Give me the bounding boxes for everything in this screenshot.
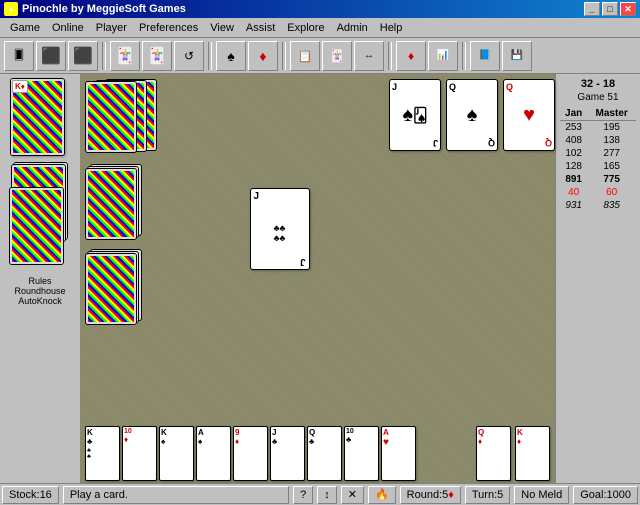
status-round: Round:5 ♦ — [400, 486, 461, 504]
toolbar-btn-3[interactable]: ⬛ — [68, 41, 98, 71]
toolbar-btn-1[interactable]: 🂠 — [4, 41, 34, 71]
close-button[interactable]: ✕ — [620, 2, 636, 16]
autoknock-label: AutoKnock — [1, 296, 79, 306]
toolbar-btn-2[interactable]: ⬛ — [36, 41, 66, 71]
table-area: J ♠ 🂫 J Q ♠ Q Q ♥ Q — [80, 74, 555, 483]
score-game: Game 51 — [560, 92, 636, 103]
hand-card-kc[interactable]: K ♣ ♣ ♣ — [85, 426, 120, 481]
score-row-4: 891775 — [560, 173, 636, 186]
status-goal: Goal:1000 — [573, 486, 638, 504]
hand-card-ah[interactable]: A ♥ — [381, 426, 416, 481]
toolbar-btn-4[interactable]: 🃏 — [110, 41, 140, 71]
right-hand-cards: Q ♦ K ♦ — [476, 426, 550, 481]
status-bar: Stock:16 Play a card. ? ↕ ✕ 🔥 Round:5 ♦ … — [0, 483, 640, 505]
menu-game[interactable]: Game — [4, 20, 46, 36]
app-title: Pinochle by MeggieSoft Games — [22, 3, 584, 15]
maximize-button[interactable]: □ — [602, 2, 618, 16]
score-row-2: 102277 — [560, 147, 636, 160]
toolbar-btn-13[interactable]: 📊 — [428, 41, 458, 71]
toolbar-btn-15[interactable]: 💾 — [502, 41, 532, 71]
hand-card-10d[interactable]: 10 ♦ — [122, 426, 157, 481]
toolbar-sep-3 — [282, 42, 286, 70]
hand-card-qd[interactable]: Q ♦ — [476, 426, 511, 481]
toolbar-btn-14[interactable]: 📘 — [470, 41, 500, 71]
left-labels: Rules Roundhouse AutoKnock — [1, 276, 79, 306]
toolbar-btn-10[interactable]: 🃏 — [322, 41, 352, 71]
menu-view[interactable]: View — [204, 20, 240, 36]
score-panel: 32 - 18 Game 51 Jan Master 2531954081381… — [555, 74, 640, 483]
menu-explore[interactable]: Explore — [281, 20, 330, 36]
toolbar-btn-12[interactable]: ♦ — [396, 41, 426, 71]
score-table: Jan Master 25319540813810227712816589177… — [560, 107, 636, 212]
status-message: Play a card. — [63, 486, 289, 504]
toolbar-btn-8[interactable]: ♦ — [248, 41, 278, 71]
toolbar-sep-1 — [102, 42, 106, 70]
hand-card-9d[interactable]: 9 ♦ — [233, 426, 268, 481]
hand-card-10c[interactable]: 10 ♣ — [344, 426, 379, 481]
toolbar-btn-6[interactable]: ↺ — [174, 41, 204, 71]
menu-assist[interactable]: Assist — [240, 20, 281, 36]
card-stack-3 — [10, 188, 63, 264]
toolbar-sep-5 — [462, 42, 466, 70]
game-area: K♦ Rules Roundhouse AutoKnock — [0, 74, 640, 483]
score-row-6: 931835 — [560, 199, 636, 212]
score-header: 32 - 18 — [560, 78, 636, 90]
menu-online[interactable]: Online — [46, 20, 90, 36]
opponent-face-cards: J ♠ 🂫 J Q ♠ Q Q ♥ Q — [389, 79, 545, 151]
menu-bar: Game Online Player Preferences View Assi… — [0, 18, 640, 38]
menu-player[interactable]: Player — [90, 20, 133, 36]
left-panel: K♦ Rules Roundhouse AutoKnock — [0, 74, 80, 483]
title-bar: ♦ Pinochle by MeggieSoft Games _ □ ✕ — [0, 0, 640, 18]
score-row-5: 4060 — [560, 186, 636, 199]
hand-card-jc[interactable]: J ♣ — [270, 426, 305, 481]
hand-card-ks[interactable]: K ♠ — [159, 426, 194, 481]
toolbar-btn-11[interactable]: ↔ — [354, 41, 384, 71]
toolbar-btn-5[interactable]: 🃏 — [142, 41, 172, 71]
opponent-back-cards — [85, 79, 165, 154]
score-row-3: 128165 — [560, 160, 636, 173]
roundhouse-label: Roundhouse — [1, 286, 79, 296]
score-row-0: 253195 — [560, 121, 636, 135]
rules-label: Rules — [1, 276, 79, 286]
toolbar: 🂠 ⬛ ⬛ 🃏 🃏 ↺ ♠ ♦ 📋 🃏 ↔ ♦ 📊 📘 💾 — [0, 38, 640, 74]
toolbar-sep-4 — [388, 42, 392, 70]
menu-admin[interactable]: Admin — [331, 20, 374, 36]
menu-preferences[interactable]: Preferences — [133, 20, 204, 36]
status-close[interactable]: ✕ — [341, 486, 364, 504]
score-row-1: 408138 — [560, 134, 636, 147]
status-meld: No Meld — [514, 486, 569, 504]
opponent-card-qs: Q ♠ Q — [446, 79, 498, 151]
hand-card-qc[interactable]: Q ♣ — [307, 426, 342, 481]
col-master: Master — [587, 107, 636, 121]
status-sort[interactable]: ↕ — [317, 486, 337, 504]
status-help[interactable]: ? — [293, 486, 313, 504]
status-turn: Turn:5 — [465, 486, 510, 504]
app-icon: ♦ — [4, 2, 18, 16]
toolbar-btn-7[interactable]: ♠ — [216, 41, 246, 71]
minimize-button[interactable]: _ — [584, 2, 600, 16]
toolbar-btn-9[interactable]: 📋 — [290, 41, 320, 71]
hand-card-as[interactable]: A ♠ — [196, 426, 231, 481]
opponent-card-qh: Q ♥ Q — [503, 79, 555, 151]
menu-help[interactable]: Help — [374, 20, 409, 36]
window-controls[interactable]: _ □ ✕ — [584, 2, 636, 16]
player-hand: K ♣ ♣ ♣ 10 ♦ K ♠ A ♠ 9 ♦ — [85, 426, 418, 481]
hand-card-kd[interactable]: K ♦ — [515, 426, 550, 481]
center-play-card[interactable]: J ♣♣♣♣ J — [250, 188, 310, 270]
status-stock: Stock:16 — [2, 486, 59, 504]
col-jan: Jan — [560, 107, 587, 121]
opponent-card-js: J ♠ 🂫 J — [389, 79, 441, 151]
left-side-played — [85, 164, 150, 324]
status-fire[interactable]: 🔥 — [368, 486, 396, 504]
toolbar-sep-2 — [208, 42, 212, 70]
